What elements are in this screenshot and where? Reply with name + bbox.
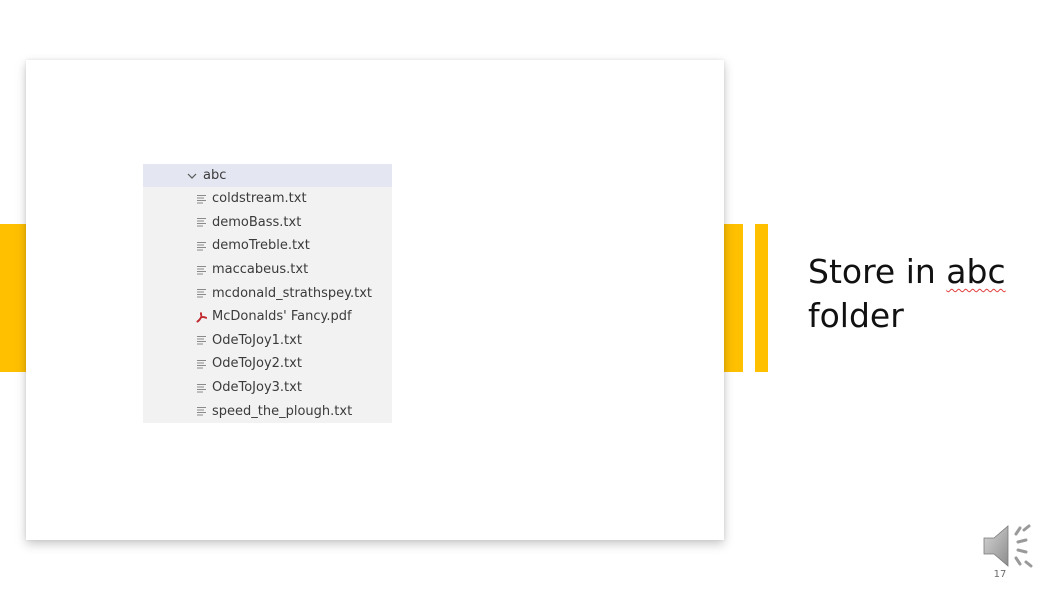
file-name: OdeToJoy3.txt xyxy=(212,380,302,396)
text-file-icon xyxy=(196,287,212,299)
text-file-icon xyxy=(196,334,212,346)
title-spellcheck-word: abc xyxy=(946,252,1006,291)
file-explorer: abc coldstream.txt demoBass.txt demoTreble… xyxy=(143,164,392,423)
text-file-icon xyxy=(196,216,212,228)
file-name: maccabeus.txt xyxy=(212,262,309,278)
screenshot-card: abc coldstream.txt demoBass.txt demoTreble… xyxy=(26,60,724,540)
file-name: coldstream.txt xyxy=(212,191,307,207)
file-name: mcdonald_strathspey.txt xyxy=(212,285,372,301)
file-row[interactable]: mcdonald_strathspey.txt xyxy=(143,281,392,305)
file-row[interactable]: McDonalds' Fancy.pdf xyxy=(143,305,392,329)
file-row[interactable]: demoBass.txt xyxy=(143,211,392,235)
text-file-icon xyxy=(196,358,212,370)
text-file-icon xyxy=(196,264,212,276)
accent-bar-left xyxy=(0,224,26,372)
file-name: OdeToJoy2.txt xyxy=(212,356,302,372)
slide-title: Store in abc folder xyxy=(808,250,1038,338)
file-row[interactable]: demoTreble.txt xyxy=(143,234,392,258)
file-name: OdeToJoy1.txt xyxy=(212,332,302,348)
text-file-icon xyxy=(196,240,212,252)
file-name: McDonalds' Fancy.pdf xyxy=(212,309,352,325)
file-name: speed_the_plough.txt xyxy=(212,403,353,419)
accent-bar-right-wide xyxy=(724,224,743,372)
folder-label: abc xyxy=(203,168,227,183)
chevron-down-icon[interactable] xyxy=(186,170,198,182)
file-list: coldstream.txt demoBass.txt demoTreble.txt… xyxy=(143,187,392,423)
file-row[interactable]: maccabeus.txt xyxy=(143,258,392,282)
file-row[interactable]: OdeToJoy1.txt xyxy=(143,329,392,353)
file-row[interactable]: OdeToJoy2.txt xyxy=(143,352,392,376)
pdf-icon xyxy=(196,311,212,323)
folder-row-abc[interactable]: abc xyxy=(143,164,392,187)
title-line-2: folder xyxy=(808,296,904,335)
title-prefix: Store in xyxy=(808,252,947,291)
file-row[interactable]: speed_the_plough.txt xyxy=(143,399,392,423)
file-row[interactable]: OdeToJoy3.txt xyxy=(143,376,392,400)
speaker-icon[interactable] xyxy=(980,520,1036,572)
text-file-icon xyxy=(196,193,212,205)
file-name: demoBass.txt xyxy=(212,214,302,230)
text-file-icon xyxy=(196,382,212,394)
accent-bar-right-narrow xyxy=(755,224,768,372)
text-file-icon xyxy=(196,405,212,417)
file-row[interactable]: coldstream.txt xyxy=(143,187,392,211)
file-name: demoTreble.txt xyxy=(212,238,310,254)
slide-number: 17 xyxy=(993,569,1007,580)
